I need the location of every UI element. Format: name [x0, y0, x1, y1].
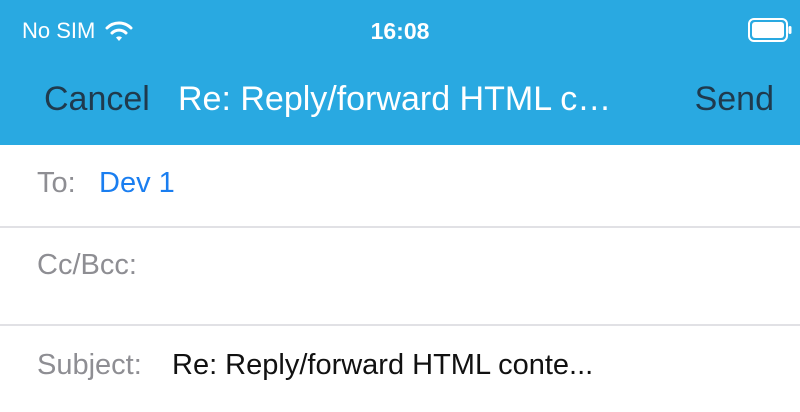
navigation-bar: Cancel Re: Reply/forward HTML c… Send — [0, 60, 800, 145]
recipient-token[interactable]: Dev 1 — [99, 165, 175, 201]
subject-value[interactable]: Re: Reply/forward HTML conte... — [172, 347, 593, 383]
compose-title: Re: Reply/forward HTML c… — [178, 80, 612, 118]
to-label: To: — [37, 167, 76, 199]
battery-icon — [748, 18, 792, 42]
status-bar: No SIM 16:08 — [0, 0, 800, 60]
send-button[interactable]: Send — [695, 78, 774, 120]
cancel-button[interactable]: Cancel — [44, 78, 150, 120]
to-field-row[interactable]: To: Dev 1 — [0, 145, 800, 227]
compose-screen: No SIM 16:08 Cancel Re: Reply/forward HT… — [0, 0, 800, 412]
subject-label: Subject: — [37, 349, 142, 381]
cc-bcc-input[interactable] — [160, 243, 764, 289]
status-time: 16:08 — [370, 18, 430, 44]
compose-header: No SIM 16:08 Cancel Re: Reply/forward HT… — [0, 0, 800, 145]
cc-bcc-field-row[interactable]: Cc/Bcc: — [0, 227, 800, 309]
cc-bcc-label: Cc/Bcc: — [37, 249, 137, 281]
subject-field-row[interactable]: Subject: Re: Reply/forward HTML conte... — [0, 327, 800, 409]
divider — [0, 324, 800, 326]
